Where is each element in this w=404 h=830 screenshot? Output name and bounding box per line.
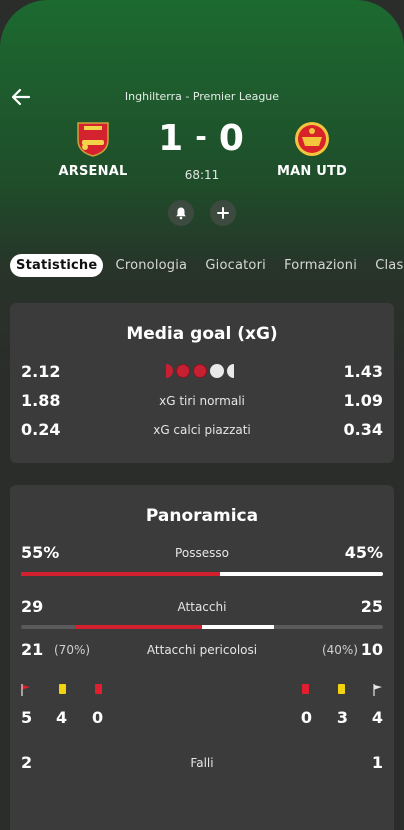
home-score: 1: [158, 118, 186, 159]
home-yellow-cards: 4: [56, 708, 68, 727]
league-name[interactable]: Inghilterra - Premier League: [0, 90, 404, 103]
notifications-button[interactable]: [168, 200, 194, 226]
fouls-away: 1: [371, 753, 383, 772]
away-team-name: MAN UTD: [276, 164, 348, 179]
score-separator: -: [195, 120, 209, 153]
bell-icon: [176, 207, 186, 220]
dangerous-away-pct: (40%): [321, 643, 358, 657]
dangerous-attacks-row: 21 (70%) Attacchi pericolosi (40%) 10: [21, 640, 383, 660]
xg-dots: [21, 364, 383, 378]
possession-row: 55% Possesso 45%: [21, 543, 383, 563]
home-red-cards: 0: [92, 708, 104, 727]
tab-cronologia[interactable]: Cronologia: [110, 254, 194, 277]
attacks-bar-home: [75, 625, 202, 629]
possession-label: Possesso: [175, 546, 229, 560]
xg-open-away: 1.09: [343, 391, 383, 410]
attacks-bar: [21, 625, 383, 629]
tab-formazioni[interactable]: Formazioni: [278, 254, 363, 277]
possession-away: 45%: [344, 543, 383, 562]
xg-set-piece-row: 0.24 xG calci piazzati 0.34: [21, 420, 383, 440]
xg-dot: [176, 364, 190, 378]
xg-set-label: xG calci piazzati: [153, 423, 251, 437]
xg-total-row: 2.12 1.43: [21, 362, 383, 382]
red-card-icon: [302, 684, 309, 694]
add-favorite-button[interactable]: [210, 200, 236, 226]
away-yellow-cards: 3: [336, 708, 348, 727]
away-score: 0: [218, 118, 246, 159]
tab-bar: Statistiche Cronologia Giocatori Formazi…: [10, 254, 404, 277]
xg-dot: [210, 364, 224, 378]
home-corners: 5: [21, 708, 33, 727]
xg-dot: [227, 364, 234, 378]
attacks-label: Attacchi: [177, 600, 227, 614]
match-header: Inghilterra - Premier League ARSENAL 1-0…: [0, 0, 404, 230]
xg-dot: [166, 364, 173, 378]
tab-classifica[interactable]: Class: [369, 254, 404, 277]
fouls-label: Falli: [190, 756, 214, 770]
dangerous-away: 10: [360, 640, 383, 659]
possession-bar: [21, 572, 383, 576]
possession-bar-away: [220, 572, 383, 576]
corner-flag-icon: [373, 684, 382, 696]
fouls-row: 2 Falli 1: [21, 753, 383, 773]
corner-flag-icon: [21, 684, 30, 696]
tab-statistiche[interactable]: Statistiche: [10, 254, 104, 277]
discipline-icons-row: [21, 684, 383, 698]
match-screen: Inghilterra - Premier League ARSENAL 1-0…: [0, 0, 404, 830]
attacks-bar-away: [202, 625, 275, 629]
xg-dot: [193, 364, 207, 378]
xg-title: Media goal (xG): [126, 324, 278, 344]
away-corners: 4: [371, 708, 383, 727]
away-team[interactable]: MAN UTD: [252, 120, 372, 179]
possession-bar-home: [21, 572, 221, 576]
xg-open-label: xG tiri normali: [159, 394, 245, 408]
xg-card: Media goal (xG) 2.12 1.43 1.88 xG tiri n…: [10, 303, 394, 463]
attacks-away: 25: [360, 597, 383, 616]
discipline-values-row: 5 4 0 0 3 4: [21, 708, 383, 728]
xg-set-away: 0.34: [343, 420, 383, 439]
attacks-row: 29 Attacchi 25: [21, 597, 383, 617]
red-card-icon: [95, 684, 102, 694]
overview-title: Panoramica: [145, 506, 259, 526]
man-utd-crest-icon: [295, 122, 329, 156]
xg-open-play-row: 1.88 xG tiri normali 1.09: [21, 391, 383, 411]
plus-icon: [217, 207, 229, 219]
overview-card: Panoramica 55% Possesso 45% 29 Attacchi …: [10, 485, 394, 830]
xg-away-value: 1.43: [343, 362, 383, 381]
tab-giocatori[interactable]: Giocatori: [199, 254, 272, 277]
yellow-card-icon: [338, 684, 345, 694]
away-red-cards: 0: [300, 708, 312, 727]
yellow-card-icon: [59, 684, 66, 694]
